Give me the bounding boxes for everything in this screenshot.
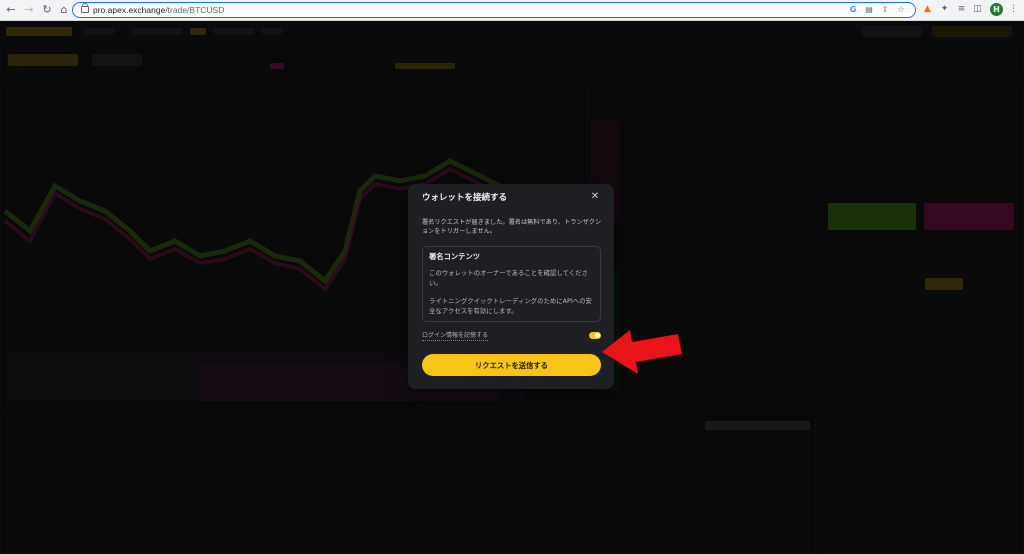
extensions-puzzle-icon[interactable]: ✦	[938, 3, 951, 16]
translate-icon[interactable]: ▤	[864, 5, 874, 15]
red-arrow-annotation	[602, 330, 682, 374]
signature-content-line-2: ライトニングクイックトレーディングのためにAPIへの安全なアクセスを有効にします…	[429, 297, 592, 315]
bookmark-star-icon[interactable]: ☆	[896, 5, 906, 15]
forward-icon[interactable]: →	[22, 3, 36, 17]
browser-toolbar: ← → ↻ ⌂ pro.apex.exchange/trade/BTCUSD G…	[0, 0, 1024, 21]
modal-description: 署名リクエストが届きました。署名は無料であり、トランザクションをトリガーしません…	[422, 219, 602, 235]
google-icon[interactable]: G	[848, 5, 858, 15]
remember-login-label[interactable]: ログイン情報を記憶する	[422, 332, 489, 341]
modal-title: ウォレットを接続する	[422, 193, 508, 203]
metamask-extension-icon[interactable]: ▲	[921, 3, 934, 16]
profile-avatar[interactable]: H	[990, 3, 1003, 16]
connect-wallet-modal: ウォレットを接続する ✕ 署名リクエストが届きました。署名は無料であり、トランザ…	[408, 184, 614, 389]
share-icon[interactable]: ⇧	[880, 5, 890, 15]
back-icon[interactable]: ←	[4, 3, 18, 17]
side-panel-icon[interactable]: ◫	[971, 3, 984, 16]
home-icon[interactable]: ⌂	[57, 3, 71, 17]
reading-list-icon[interactable]: ≡	[955, 3, 968, 16]
address-url: pro.apex.exchange/trade/BTCUSD	[93, 5, 225, 15]
reload-icon[interactable]: ↻	[40, 3, 54, 17]
lock-icon	[81, 3, 89, 13]
signature-content-line-1: このウォレットのオーナーであることを確認してください。	[429, 269, 588, 287]
close-icon[interactable]: ✕	[588, 190, 602, 204]
signature-content-title: 署名コンテンツ	[429, 252, 481, 261]
signature-content-box: 署名コンテンツ このウォレットのオーナーであることを確認してください。 ライトニ…	[422, 246, 601, 322]
address-bar[interactable]: pro.apex.exchange/trade/BTCUSD G ▤ ⇧ ☆	[72, 2, 916, 18]
menu-kebab-icon[interactable]: ⋮	[1007, 3, 1020, 16]
send-request-button[interactable]: リクエストを送信する	[422, 354, 601, 376]
